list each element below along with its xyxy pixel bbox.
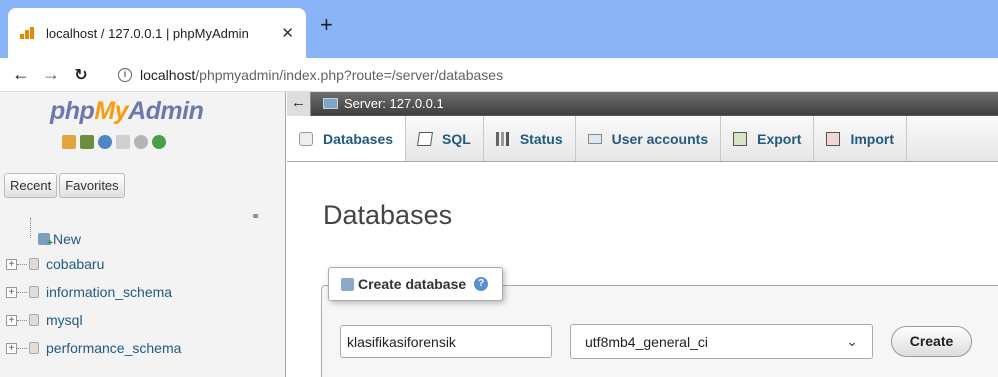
database-icon — [29, 258, 39, 270]
database-icon — [29, 314, 39, 326]
browser-tab-strip: localhost / 127.0.0.1 | phpMyAdmin ✕ + — [0, 0, 998, 58]
logo-admin: Admin — [128, 97, 204, 125]
tab-label: Export — [757, 130, 802, 147]
recent-favorites-tabs: Recent Favorites — [4, 173, 125, 198]
forward-arrow-icon[interactable]: → — [36, 64, 66, 85]
help-icon[interactable]: ? — [474, 277, 489, 291]
tab-user-accounts[interactable]: User accounts — [576, 116, 722, 161]
logout-icon[interactable] — [80, 135, 94, 149]
create-database-label: Create database — [358, 276, 467, 292]
help-icon[interactable] — [98, 135, 112, 149]
navigation-icons — [62, 135, 166, 149]
tab-label: User accounts — [611, 130, 709, 147]
browser-tab-title: localhost / 127.0.0.1 | phpMyAdmin — [45, 25, 249, 41]
settings-gear-icon[interactable] — [134, 135, 148, 149]
reload-navigation-icon[interactable] — [152, 135, 166, 149]
address-bar: ← → ↻ i localhost/phpmyadmin/index.php?r… — [0, 58, 998, 92]
new-database-icon — [38, 233, 53, 249]
tree-connector — [17, 347, 27, 349]
back-arrow-icon[interactable]: ← — [6, 64, 36, 85]
database-tree: New + cobabaru + information_schema + my… — [0, 228, 286, 362]
tree-connector — [17, 291, 27, 293]
expand-icon[interactable]: + — [6, 286, 17, 298]
database-icon — [29, 342, 39, 354]
tab-sql[interactable]: SQL — [406, 116, 484, 161]
tab-label: Databases — [323, 130, 394, 147]
url-path: /phpmyadmin/index.php?route=/server/data… — [195, 66, 504, 83]
tab-label: Import — [850, 130, 895, 147]
sql-icon — [417, 131, 434, 146]
collapse-navigation-button[interactable]: ← — [287, 91, 311, 116]
tab-export[interactable]: Export — [721, 116, 815, 161]
chevron-down-icon: ⌄ — [846, 333, 858, 349]
server-breadcrumb-bar: ← Server: 127.0.0.1 — [287, 91, 998, 116]
tab-label: SQL — [442, 130, 471, 147]
tree-item-label: New — [53, 231, 82, 247]
browser-tab[interactable]: localhost / 127.0.0.1 | phpMyAdmin ✕ — [8, 8, 306, 58]
favorites-tab[interactable]: Favorites — [59, 173, 125, 198]
tab-databases[interactable]: Databases — [287, 116, 407, 161]
tree-connector — [17, 319, 27, 321]
link-with-main-panel-icon[interactable]: ⚭ — [251, 210, 260, 223]
close-tab-icon[interactable]: ✕ — [281, 24, 294, 42]
phpmyadmin-logo[interactable]: phpMyAdmin — [50, 97, 204, 126]
create-database-icon — [341, 277, 354, 291]
database-icon — [29, 286, 39, 298]
logo-php: php — [50, 97, 95, 125]
tree-item-performance-schema[interactable]: + performance_schema — [0, 334, 286, 362]
navigation-panel: phpMyAdmin Recent Favorites ⚭ New + coba… — [0, 92, 286, 377]
reload-icon[interactable]: ↻ — [66, 65, 96, 85]
tab-label: Status — [519, 130, 563, 147]
tree-item-label: performance_schema — [46, 340, 182, 356]
server-breadcrumb[interactable]: Server: 127.0.0.1 — [344, 96, 444, 111]
tree-item-label: cobabaru — [46, 256, 105, 272]
users-icon — [587, 133, 602, 144]
phpmyadmin-favicon-icon — [20, 27, 36, 39]
page-title: Databases — [323, 200, 453, 230]
export-icon — [733, 131, 748, 146]
expand-icon[interactable]: + — [6, 342, 17, 354]
collation-select[interactable]: utf8mb4_general_ci ⌄ — [570, 324, 873, 359]
server-icon — [323, 98, 338, 109]
create-button[interactable]: Create — [891, 326, 972, 357]
tab-import[interactable]: Import — [814, 116, 908, 161]
tree-item-new[interactable]: New — [0, 228, 286, 250]
create-database-legend: Create database ? — [328, 267, 504, 301]
expand-icon[interactable]: + — [6, 314, 17, 326]
main-panel: ← Server: 127.0.0.1 Databases SQL Status… — [287, 91, 998, 377]
tree-item-label: mysql — [46, 312, 83, 328]
tree-item-label: information_schema — [46, 284, 173, 300]
status-icon — [495, 131, 510, 146]
tree-item-information-schema[interactable]: + information_schema — [0, 278, 286, 306]
recent-tab[interactable]: Recent — [4, 173, 58, 198]
url-field[interactable]: localhost/phpmyadmin/index.php?route=/se… — [140, 67, 503, 83]
tree-item-cobabaru[interactable]: + cobabaru — [0, 250, 286, 278]
tree-item-mysql[interactable]: + mysql — [0, 306, 286, 334]
new-tab-button[interactable]: + — [320, 14, 333, 36]
database-name-input[interactable] — [340, 325, 552, 358]
tree-connector — [17, 263, 27, 265]
database-icon — [299, 131, 313, 146]
top-menu-tabs: Databases SQL Status User accounts Expor… — [287, 116, 998, 162]
logo-my: My — [94, 97, 129, 125]
collation-selected-value: utf8mb4_general_ci — [585, 333, 708, 350]
documentation-icon[interactable] — [116, 135, 130, 149]
expand-icon[interactable]: + — [6, 258, 17, 270]
import-icon — [826, 131, 841, 146]
tab-status[interactable]: Status — [484, 116, 576, 161]
site-info-icon[interactable]: i — [118, 67, 132, 82]
home-icon[interactable] — [62, 135, 76, 149]
url-host: localhost — [140, 66, 196, 83]
